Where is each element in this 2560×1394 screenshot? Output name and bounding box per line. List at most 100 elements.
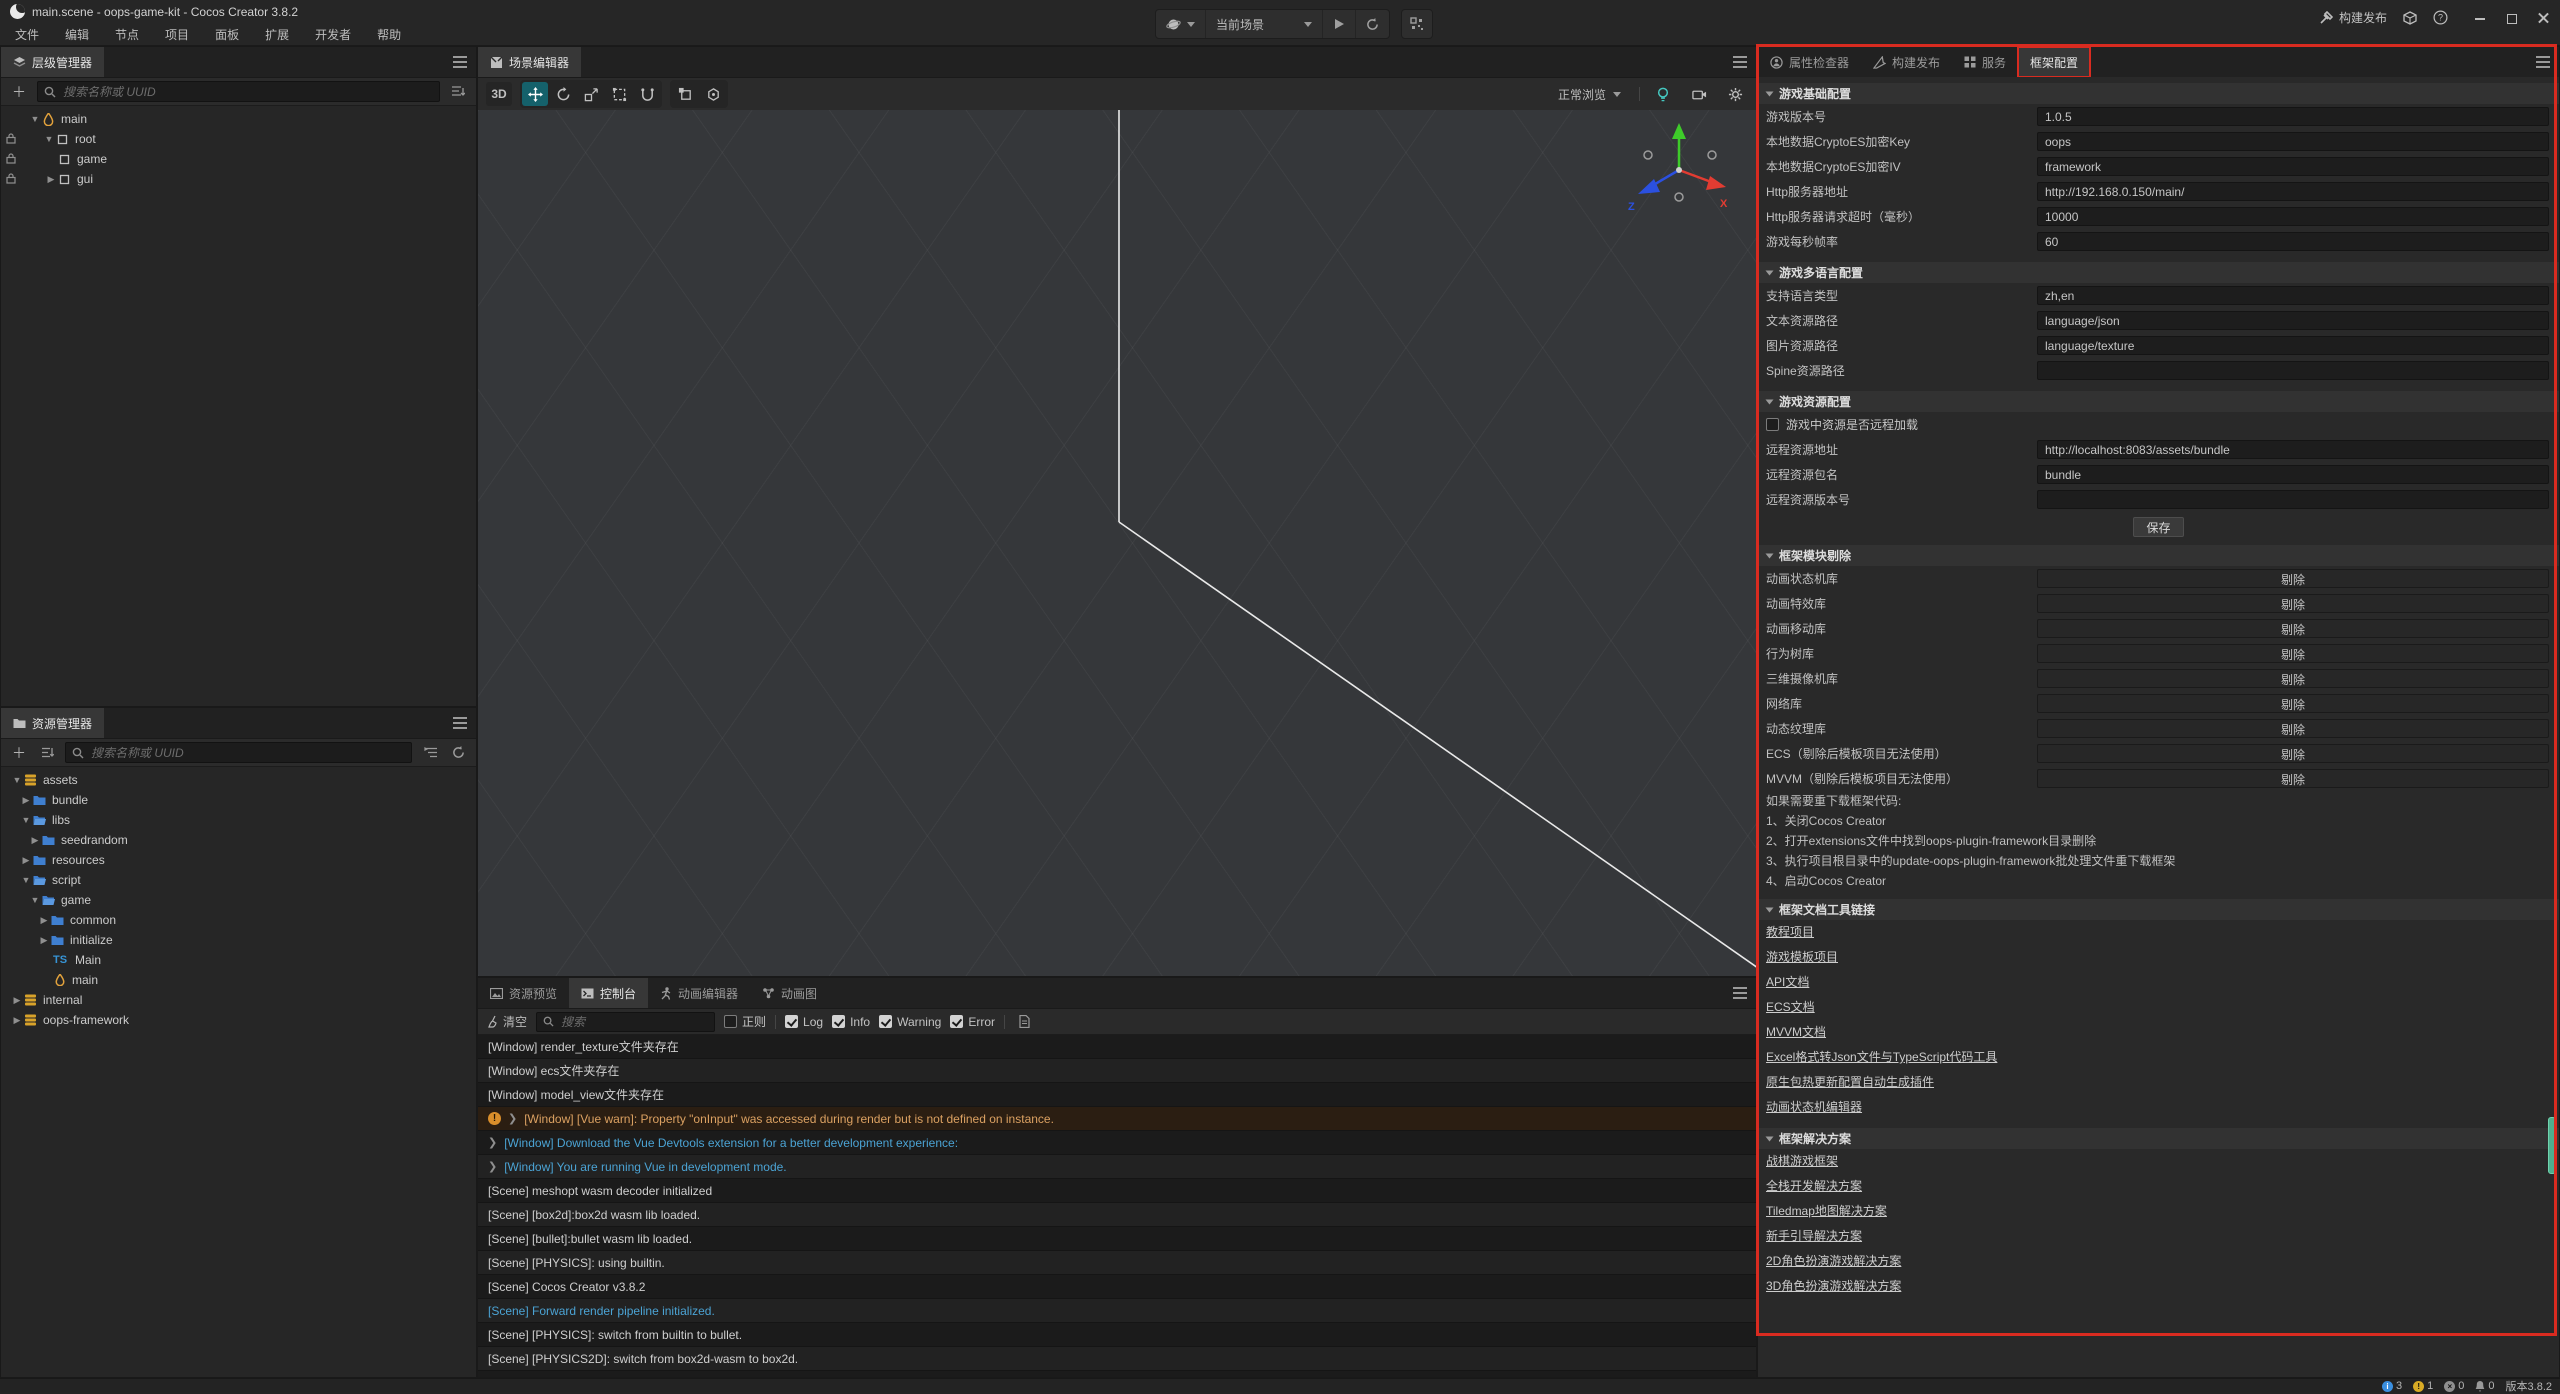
- crypto-iv-input[interactable]: [2037, 157, 2549, 176]
- clear-console-button[interactable]: 清空: [487, 1013, 527, 1030]
- remove-module-button[interactable]: 剔除: [2037, 719, 2549, 738]
- chevron-down-icon[interactable]: ▼: [20, 815, 32, 825]
- log-row-info[interactable]: [Scene] Forward render pipeline initiali…: [478, 1299, 1756, 1323]
- panel-menu-icon[interactable]: [453, 61, 467, 63]
- asset-row-assets[interactable]: ▼ assets: [1, 770, 476, 790]
- lock-icon[interactable]: [6, 173, 16, 184]
- section-header-game-basic[interactable]: 游戏基础配置: [1758, 83, 2559, 104]
- chevron-down-icon[interactable]: ▼: [20, 875, 32, 885]
- section-header-docs[interactable]: 框架文档工具链接: [1758, 899, 2559, 920]
- log-file-button[interactable]: [1014, 1013, 1034, 1031]
- menu-developer[interactable]: 开发者: [302, 24, 364, 45]
- minimize-button[interactable]: [2474, 12, 2486, 24]
- asset-row-bundle[interactable]: ▶ bundle: [1, 790, 476, 810]
- log-row[interactable]: [Scene] Cocos Creator v3.8.2: [478, 1275, 1756, 1299]
- remove-module-button[interactable]: 剔除: [2037, 594, 2549, 613]
- hierarchy-filter-icon[interactable]: [448, 83, 468, 101]
- play-button[interactable]: [1323, 10, 1356, 38]
- remove-module-button[interactable]: 剔除: [2037, 619, 2549, 638]
- link-fullstack-solution[interactable]: 全栈开发解决方案: [1758, 1174, 2559, 1199]
- dimension-toggle-button[interactable]: 3D: [486, 82, 512, 106]
- console-search-input[interactable]: [559, 1014, 708, 1030]
- log-row[interactable]: [Scene] [bullet]:bullet wasm lib loaded.: [478, 1227, 1756, 1251]
- coordinate-toggle-button[interactable]: [700, 82, 726, 106]
- tab-scene-editor[interactable]: 场景编辑器: [478, 47, 581, 77]
- tab-animation-graph[interactable]: 动画图: [750, 978, 829, 1008]
- log-row[interactable]: [Scene] [PHYSICS2D]: switch from box2d-w…: [478, 1347, 1756, 1371]
- transform-gizmo-button[interactable]: [634, 82, 660, 106]
- hierarchy-node-gui[interactable]: ▶ gui: [1, 169, 476, 189]
- http-server-input[interactable]: [2037, 182, 2549, 201]
- save-button[interactable]: 保存: [2133, 517, 2183, 537]
- asset-row-internal[interactable]: ▶ internal: [1, 990, 476, 1010]
- remote-bundle-input[interactable]: [2037, 465, 2549, 484]
- filter-info-checkbox[interactable]: Info: [832, 1015, 870, 1029]
- chevron-right-icon[interactable]: ▶: [38, 915, 50, 926]
- move-tool-button[interactable]: [522, 82, 548, 106]
- error-count[interactable]: × 0: [2444, 1380, 2464, 1392]
- create-asset-button[interactable]: ＋: [9, 744, 29, 762]
- section-header-resource[interactable]: 游戏资源配置: [1758, 391, 2559, 412]
- expand-chevron-icon[interactable]: ❯: [508, 1112, 517, 1125]
- asset-row-resources[interactable]: ▶ resources: [1, 850, 476, 870]
- checkbox-icon[interactable]: [724, 1015, 737, 1028]
- log-row[interactable]: [Scene] meshopt wasm decoder initialized: [478, 1179, 1756, 1203]
- scene-settings-button[interactable]: [1722, 82, 1748, 106]
- remove-module-button[interactable]: 剔除: [2037, 769, 2549, 788]
- pivot-toggle-button[interactable]: [672, 82, 698, 106]
- tab-asset-preview[interactable]: 资源预览: [478, 978, 569, 1008]
- expand-chevron-icon[interactable]: ❯: [488, 1160, 497, 1173]
- chevron-right-icon[interactable]: ▶: [38, 935, 50, 946]
- chevron-down-icon[interactable]: ▼: [29, 895, 41, 905]
- link-template-project[interactable]: 游戏模板项目: [1758, 945, 2559, 970]
- log-row[interactable]: [Scene] [PHYSICS]: using builtin.: [478, 1251, 1756, 1275]
- lock-icon[interactable]: [6, 153, 16, 164]
- link-api-docs[interactable]: API文档: [1758, 970, 2559, 995]
- remote-url-input[interactable]: [2037, 440, 2549, 459]
- expand-chevron-icon[interactable]: ❯: [488, 1136, 497, 1149]
- section-header-language[interactable]: 游戏多语言配置: [1758, 262, 2559, 283]
- regex-checkbox[interactable]: 正则: [724, 1013, 766, 1030]
- filter-error-checkbox[interactable]: Error: [950, 1015, 995, 1029]
- link-animator-editor[interactable]: 动画状态机编辑器: [1758, 1095, 2559, 1120]
- link-tutorial-project[interactable]: 教程项目: [1758, 920, 2559, 945]
- asset-row-seedrandom[interactable]: ▶ seedrandom: [1, 830, 476, 850]
- maximize-button[interactable]: [2506, 12, 2518, 24]
- tab-console[interactable]: 控制台: [569, 978, 648, 1008]
- asset-row-common[interactable]: ▶ common: [1, 910, 476, 930]
- chevron-right-icon[interactable]: ▶: [11, 995, 23, 1006]
- spine-res-path-input[interactable]: [2037, 361, 2549, 380]
- panel-menu-icon[interactable]: [1733, 61, 1747, 63]
- game-version-input[interactable]: [2037, 107, 2549, 126]
- tab-service[interactable]: 服务: [1952, 47, 2018, 77]
- chevron-down-icon[interactable]: ▼: [11, 775, 23, 785]
- panel-menu-icon[interactable]: [2536, 61, 2550, 63]
- tab-framework-config[interactable]: 框架配置: [2018, 47, 2090, 77]
- filter-warning-checkbox[interactable]: Warning: [879, 1015, 941, 1029]
- preview-target-dropdown[interactable]: [1156, 10, 1206, 38]
- hierarchy-search-input[interactable]: [61, 84, 433, 100]
- menu-edit[interactable]: 编辑: [52, 24, 102, 45]
- tab-assets[interactable]: 资源管理器: [1, 708, 104, 738]
- scale-tool-button[interactable]: [578, 82, 604, 106]
- log-row-info[interactable]: ❯ [Window] You are running Vue in develo…: [478, 1155, 1756, 1179]
- log-row[interactable]: [Scene] [PHYSICS]: switch from builtin t…: [478, 1323, 1756, 1347]
- asset-row-main-ts[interactable]: TS Main: [1, 950, 476, 970]
- tab-build-publish[interactable]: 构建发布: [1861, 47, 1952, 77]
- chevron-right-icon[interactable]: ▶: [29, 835, 41, 846]
- checkbox-checked-icon[interactable]: [879, 1015, 892, 1028]
- view-mode-select[interactable]: 正常浏览: [1550, 83, 1629, 106]
- reload-button[interactable]: [1356, 10, 1389, 38]
- crypto-key-input[interactable]: [2037, 132, 2549, 151]
- remove-module-button[interactable]: 剔除: [2037, 644, 2549, 663]
- link-tiledmap-solution[interactable]: Tiledmap地图解决方案: [1758, 1199, 2559, 1224]
- asset-row-initialize[interactable]: ▶ initialize: [1, 930, 476, 950]
- refresh-assets-icon[interactable]: [448, 744, 468, 762]
- log-row-warning[interactable]: ! ❯ [Window] [Vue warn]: Property "onInp…: [478, 1107, 1756, 1131]
- chevron-down-icon[interactable]: ▼: [43, 134, 55, 144]
- language-types-input[interactable]: [2037, 286, 2549, 305]
- section-header-solutions[interactable]: 框架解决方案: [1758, 1128, 2559, 1149]
- assets-search-input[interactable]: [89, 745, 405, 761]
- scene-viewport[interactable]: X Z: [478, 110, 1756, 976]
- remove-module-button[interactable]: 剔除: [2037, 694, 2549, 713]
